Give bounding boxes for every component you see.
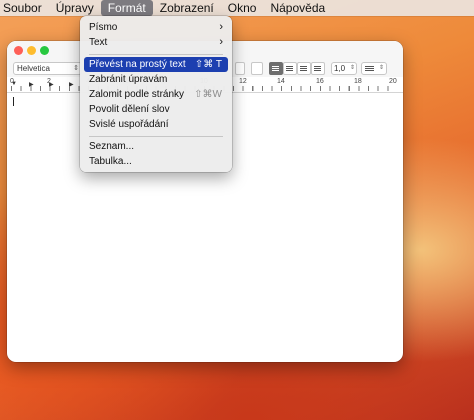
font-family-value: Helvetica [17, 64, 50, 73]
menu-item-label: Tabulka... [89, 156, 132, 167]
ruler-label: 20 [389, 78, 397, 85]
menu-bar: Soubor Úpravy Formát Zobrazení Okno Nápo… [0, 0, 474, 16]
align-right-icon [300, 66, 307, 72]
menu-zobrazeni[interactable]: Zobrazení [153, 0, 221, 16]
align-center-icon [286, 66, 293, 72]
menu-soubor[interactable]: Soubor [0, 0, 49, 16]
close-button[interactable] [14, 46, 23, 55]
menu-item-label: Svislé uspořádání [89, 119, 169, 130]
list-style-select[interactable]: ⇕ [361, 62, 387, 75]
align-right-button[interactable] [297, 62, 311, 75]
menu-item-wrap-to-page[interactable]: Zalomit podle stránky ⇧⌘W [84, 87, 228, 102]
ruler-label: 18 [354, 78, 362, 85]
menu-item-label: Text [89, 37, 108, 48]
italic-button[interactable] [235, 62, 245, 75]
menu-item-label: Převést na prostý text [89, 59, 186, 70]
justify-button[interactable] [311, 62, 325, 75]
align-left-button[interactable] [269, 62, 283, 75]
menu-item-prevent-editing[interactable]: Zabránit úpravám [84, 72, 228, 87]
text-cursor [13, 97, 14, 106]
chevron-right-icon: › [219, 21, 223, 33]
menu-item-label: Zalomit podle stránky [89, 89, 185, 100]
menu-separator [89, 136, 223, 137]
menu-item-list[interactable]: Seznam... [84, 139, 228, 154]
menu-item-text[interactable]: Text › [84, 35, 228, 50]
font-family-select[interactable]: Helvetica ⇕ [13, 62, 82, 75]
ruler-label: 0 [10, 78, 14, 85]
bullet-list-icon [365, 66, 374, 71]
format-menu: Písmo › Text › Převést na prostý text ⇧⌘… [80, 16, 232, 172]
ruler-label: 2 [47, 78, 51, 85]
underline-button[interactable] [251, 62, 263, 75]
menu-item-label: Seznam... [89, 141, 135, 152]
chevron-updown-icon: ⇕ [378, 65, 384, 71]
menu-okno[interactable]: Okno [221, 0, 264, 16]
chevron-right-icon: › [219, 36, 223, 48]
chevron-updown-icon: ⇕ [349, 65, 355, 71]
menu-item-label: Povolit dělení slov [89, 104, 170, 115]
menu-item-vertical-layout[interactable]: Svislé uspořádání [84, 117, 228, 132]
minimize-button[interactable] [27, 46, 36, 55]
menu-napoveda[interactable]: Nápověda [263, 0, 332, 16]
ruler-label: 12 [239, 78, 247, 85]
menu-item-shortcut: ⇧⌘W [194, 89, 222, 100]
ruler-label: 16 [316, 78, 324, 85]
menu-item-allow-hyphenation[interactable]: Povolit dělení slov [84, 102, 228, 117]
menu-item-label: Písmo [89, 22, 118, 33]
chevron-updown-icon: ⇕ [73, 65, 79, 72]
line-spacing-select[interactable]: 1,0 ⇕ [331, 62, 357, 75]
line-spacing-value: 1,0 [334, 64, 346, 73]
menu-format[interactable]: Formát [100, 0, 153, 16]
menu-item-label: Zabránit úpravám [89, 74, 168, 85]
align-center-button[interactable] [283, 62, 297, 75]
menu-item-table[interactable]: Tabulka... [84, 154, 228, 169]
menu-separator [89, 54, 223, 55]
ruler-label: 14 [277, 78, 285, 85]
menu-item-shortcut: ⇧⌘ T [194, 59, 222, 70]
align-left-icon [272, 66, 279, 72]
menu-upravy[interactable]: Úpravy [49, 0, 101, 16]
justify-icon [314, 66, 321, 72]
menu-item-make-plain-text[interactable]: Převést na prostý text ⇧⌘ T [84, 57, 228, 72]
menu-item-font[interactable]: Písmo › [84, 20, 228, 35]
zoom-button[interactable] [40, 46, 49, 55]
